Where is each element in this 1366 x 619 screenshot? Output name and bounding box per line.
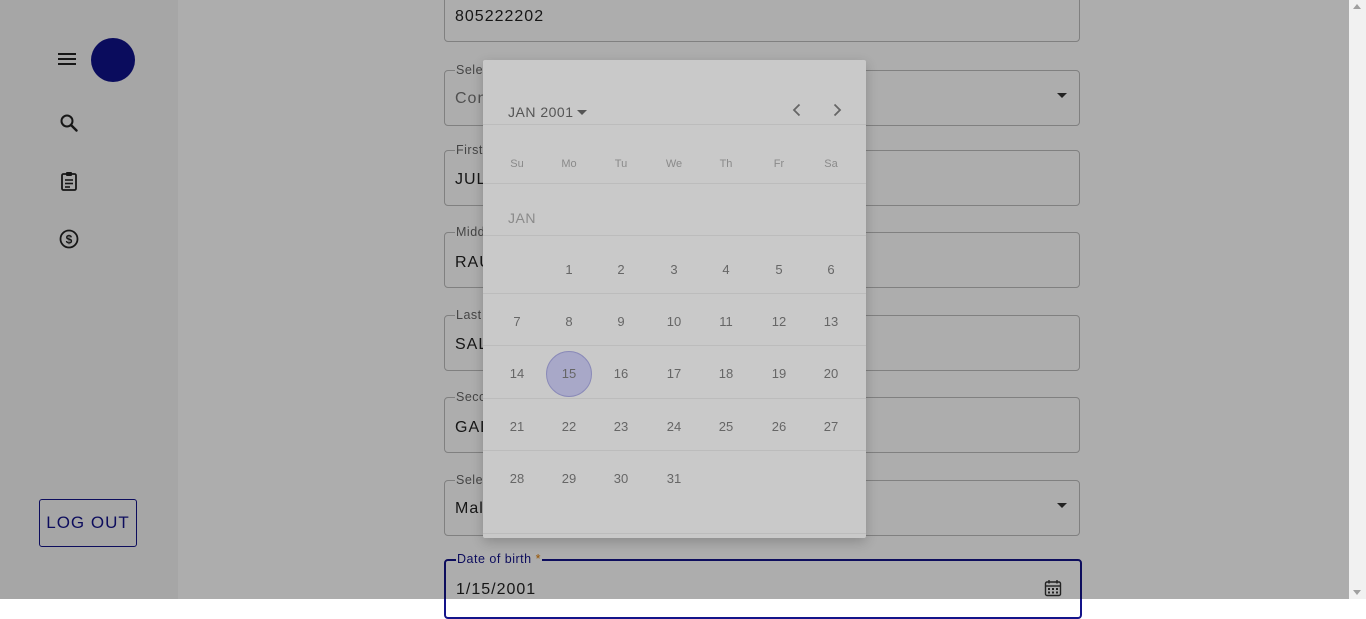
day-cell[interactable]: 12 (756, 299, 802, 345)
day-cell[interactable]: 4 (703, 247, 749, 293)
scroll-down-icon[interactable] (1353, 590, 1361, 595)
weekday-label: We (665, 158, 683, 170)
month-year-switch[interactable]: JAN 2001 (508, 104, 588, 120)
month-year-label: JAN 2001 (508, 104, 574, 120)
day-cell[interactable]: 8 (546, 299, 592, 345)
divider (483, 450, 866, 451)
date-picker-dialog: JAN 2001 Su Mo Tu We Th Fr Sa JAN 1 2 3 4 5 6 7 8 9 10 1… (483, 60, 866, 538)
day-cell[interactable]: 26 (756, 404, 802, 450)
day-cell[interactable]: 29 (546, 456, 592, 502)
day-cell[interactable]: 3 (651, 247, 697, 293)
day-cell[interactable]: 20 (808, 351, 854, 397)
day-cell[interactable]: 28 (494, 456, 540, 502)
day-cell[interactable]: 2 (598, 247, 644, 293)
day-cell[interactable]: 25 (703, 404, 749, 450)
chevron-left-icon[interactable] (785, 98, 809, 122)
selected-day[interactable]: 15 (546, 351, 592, 397)
day-cell[interactable]: 27 (808, 404, 854, 450)
weekday-label: Fr (773, 158, 785, 170)
day-cell[interactable]: 31 (651, 456, 697, 502)
divider (483, 124, 866, 125)
divider (483, 398, 866, 399)
weekday-label: Tu (614, 158, 628, 170)
weekday-label: Mo (561, 158, 577, 170)
day-cell[interactable]: 21 (494, 404, 540, 450)
divider (483, 293, 866, 294)
chevron-right-icon[interactable] (825, 98, 849, 122)
month-label: JAN (508, 210, 536, 226)
day-cell[interactable]: 16 (598, 351, 644, 397)
weekday-label: Su (510, 158, 524, 170)
caret-down-icon (577, 109, 588, 115)
day-cell[interactable]: 13 (808, 299, 854, 345)
day-cell[interactable]: 14 (494, 351, 540, 397)
day-cell[interactable]: 22 (546, 404, 592, 450)
day-cell[interactable]: 11 (703, 299, 749, 345)
scroll-up-icon[interactable] (1353, 4, 1361, 9)
divider (483, 235, 866, 236)
day-cell[interactable]: 24 (651, 404, 697, 450)
day-cell[interactable]: 19 (756, 351, 802, 397)
day-cell[interactable]: 7 (494, 299, 540, 345)
day-cell[interactable]: 17 (651, 351, 697, 397)
day-cell[interactable]: 5 (756, 247, 802, 293)
divider (483, 345, 866, 346)
day-cell[interactable]: 6 (808, 247, 854, 293)
day-cell[interactable]: 9 (598, 299, 644, 345)
divider (483, 183, 866, 184)
page-scrollbar[interactable] (1349, 0, 1366, 599)
weekday-label: Sa (824, 158, 838, 170)
weekday-label: Th (719, 158, 733, 170)
day-cell[interactable]: 30 (598, 456, 644, 502)
day-cell[interactable]: 18 (703, 351, 749, 397)
day-cell[interactable]: 23 (598, 404, 644, 450)
divider (483, 533, 866, 534)
day-cell[interactable]: 1 (546, 247, 592, 293)
day-cell[interactable]: 10 (651, 299, 697, 345)
